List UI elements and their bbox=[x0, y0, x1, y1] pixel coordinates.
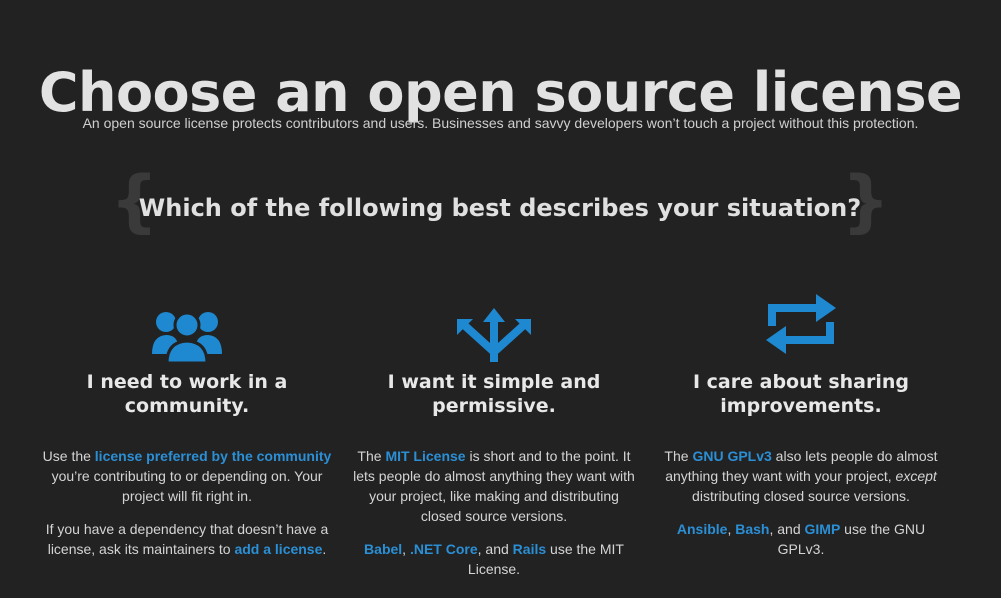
card-description: The GNU GPLv3 also lets people do almost… bbox=[664, 448, 938, 504]
card-note: Babel, .NET Core, and Rails use the MIT … bbox=[364, 541, 624, 577]
card-description: Use the license preferred by the communi… bbox=[42, 448, 332, 504]
card-title: I want it simple and permissive. bbox=[387, 371, 601, 417]
card-title: I need to work in a community. bbox=[86, 371, 288, 417]
situation-question: Which of the following best describes yo… bbox=[138, 194, 862, 222]
card-note: Ansible, Bash, and GIMP use the GNU GPLv… bbox=[676, 521, 926, 557]
ansible-link[interactable]: Ansible bbox=[677, 521, 728, 537]
license-preferred-link[interactable]: license preferred by the community bbox=[95, 448, 332, 464]
rails-link[interactable]: Rails bbox=[513, 541, 546, 557]
card-copyleft: I care about sharing improvements. The G… bbox=[656, 290, 946, 559]
right-brace: } bbox=[841, 162, 890, 241]
add-a-license-link[interactable]: add a license bbox=[234, 541, 322, 557]
bash-link[interactable]: Bash bbox=[735, 521, 769, 537]
arrows-split-icon[interactable] bbox=[349, 290, 639, 364]
intro-text: An open source license protects contribu… bbox=[82, 115, 919, 131]
gnu-gplv3-link[interactable]: GNU GPLv3 bbox=[692, 448, 771, 464]
card-permissive: I want it simple and permissive. The MIT… bbox=[349, 290, 639, 579]
users-icon[interactable] bbox=[42, 290, 332, 364]
card-description: The MIT License is short and to the poin… bbox=[353, 448, 635, 524]
babel-link[interactable]: Babel bbox=[364, 541, 402, 557]
question-block: { Which of the following best describes … bbox=[110, 166, 890, 242]
repeat-icon[interactable] bbox=[656, 290, 946, 364]
gimp-link[interactable]: GIMP bbox=[805, 521, 841, 537]
card-community: I need to work in a community. Use the l… bbox=[42, 290, 332, 559]
card-title: I care about sharing improvements. bbox=[692, 371, 909, 417]
dotnet-core-link[interactable]: .NET Core bbox=[410, 541, 478, 557]
mit-license-link[interactable]: MIT License bbox=[385, 448, 465, 464]
card-note: If you have a dependency that doesn’t ha… bbox=[45, 521, 329, 557]
